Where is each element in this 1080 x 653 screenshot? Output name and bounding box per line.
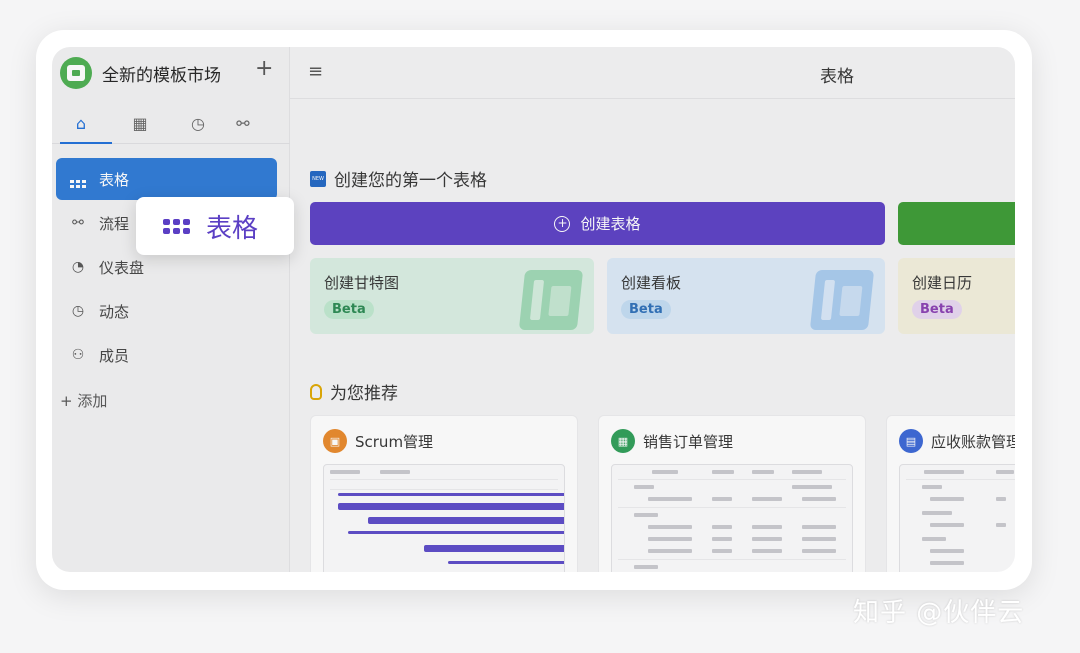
template-title: Scrum管理 bbox=[355, 433, 434, 451]
plus-circle-icon: + bbox=[554, 215, 571, 232]
sidebar-item-members[interactable]: ⚇ 成员 bbox=[56, 334, 277, 376]
kanban-illustration-icon bbox=[809, 270, 875, 330]
table-preview bbox=[899, 464, 1015, 572]
sidebar-item-table[interactable]: 表格 bbox=[56, 158, 277, 200]
card-title: 创建甘特图 bbox=[324, 274, 400, 292]
beta-badge: Beta bbox=[912, 300, 962, 319]
secondary-create-button[interactable] bbox=[898, 202, 1015, 245]
app-window: 全新的模板市场 + ⌂ ▦ ◷ ⚯ 表格 ⚯ 流程 ◔ 仪表盘 ◷ 动态 ⚇ 成 bbox=[52, 47, 1015, 572]
clock-icon[interactable]: ◷ bbox=[185, 110, 211, 136]
add-button[interactable]: + bbox=[255, 57, 273, 81]
table-icon: ▦ bbox=[611, 429, 635, 453]
gantt-illustration-icon bbox=[518, 270, 584, 330]
lightbulb-icon bbox=[310, 383, 322, 400]
main-content: ≡ 表格 NEW 创建您的第一个表格 + 创建表格 创建甘特图 Beta 创建看… bbox=[290, 47, 1015, 572]
table-preview bbox=[611, 464, 853, 572]
top-bar: ≡ 表格 bbox=[290, 47, 1015, 99]
sidebar-tabs: ⌂ ▦ ◷ ⚯ bbox=[52, 102, 290, 144]
sidebar-item-label: 流程 bbox=[99, 214, 130, 233]
template-card-receivables[interactable]: ▤ 应收账款管理 bbox=[886, 415, 1015, 572]
sidebar-item-label: 成员 bbox=[99, 346, 130, 365]
add-item-link[interactable]: + 添加 bbox=[60, 390, 107, 411]
sidebar-item-label: 表格 bbox=[99, 170, 130, 189]
sidebar: 全新的模板市场 + ⌂ ▦ ◷ ⚯ 表格 ⚯ 流程 ◔ 仪表盘 ◷ 动态 ⚇ 成 bbox=[52, 47, 290, 572]
recommend-heading: 为您推荐 bbox=[310, 379, 398, 404]
sidebar-item-label: 仪表盘 bbox=[99, 258, 145, 277]
page-title: 表格 bbox=[820, 67, 854, 87]
beta-badge: Beta bbox=[621, 300, 671, 319]
active-tab-indicator bbox=[60, 142, 112, 144]
calendar-icon: ▣ bbox=[323, 429, 347, 453]
table-icon[interactable]: ▦ bbox=[127, 110, 153, 136]
grid-icon bbox=[66, 171, 90, 188]
card-title: 创建日历 bbox=[912, 274, 973, 292]
template-card-sales-order[interactable]: ▦ 销售订单管理 bbox=[598, 415, 866, 572]
create-kanban-card[interactable]: 创建看板 Beta bbox=[607, 258, 885, 334]
create-gantt-card[interactable]: 创建甘特图 Beta bbox=[310, 258, 594, 334]
first-table-title: 创建您的第一个表格 bbox=[334, 171, 487, 191]
folder-icon: ▤ bbox=[899, 429, 923, 453]
template-title: 应收账款管理 bbox=[931, 433, 1015, 451]
members-icon: ⚇ bbox=[71, 347, 85, 363]
watermark: 知乎 @伙伴云 bbox=[853, 598, 1025, 628]
callout-label: 表格 bbox=[206, 213, 259, 244]
app-logo-icon[interactable] bbox=[60, 57, 92, 89]
flow-icon: ⚯ bbox=[72, 215, 84, 231]
card-title: 创建看板 bbox=[621, 274, 682, 292]
create-calendar-card[interactable]: 创建日历 Beta bbox=[898, 258, 1015, 334]
create-table-button[interactable]: + 创建表格 bbox=[310, 202, 885, 245]
new-badge-icon: NEW bbox=[310, 170, 326, 187]
first-table-heading: NEW 创建您的第一个表格 bbox=[310, 166, 487, 191]
grid-icon bbox=[163, 218, 190, 234]
sidebar-header: 全新的模板市场 + bbox=[52, 47, 290, 97]
home-icon[interactable]: ⌂ bbox=[68, 110, 94, 136]
sidebar-item-activity[interactable]: ◷ 动态 bbox=[56, 290, 277, 332]
beta-badge: Beta bbox=[324, 300, 374, 319]
sidebar-item-label: 动态 bbox=[99, 302, 130, 321]
flow-icon[interactable]: ⚯ bbox=[230, 110, 256, 136]
recommend-title: 为您推荐 bbox=[330, 384, 398, 404]
dashboard-icon: ◔ bbox=[71, 259, 85, 275]
gantt-preview bbox=[323, 464, 565, 572]
template-title: 销售订单管理 bbox=[643, 433, 734, 451]
app-title: 全新的模板市场 bbox=[102, 66, 221, 86]
clock-icon: ◷ bbox=[71, 303, 85, 319]
create-table-label: 创建表格 bbox=[580, 215, 641, 233]
template-card-scrum[interactable]: ▣ Scrum管理 bbox=[310, 415, 578, 572]
menu-icon[interactable]: ≡ bbox=[308, 61, 323, 82]
feature-callout: 表格 bbox=[136, 197, 294, 255]
